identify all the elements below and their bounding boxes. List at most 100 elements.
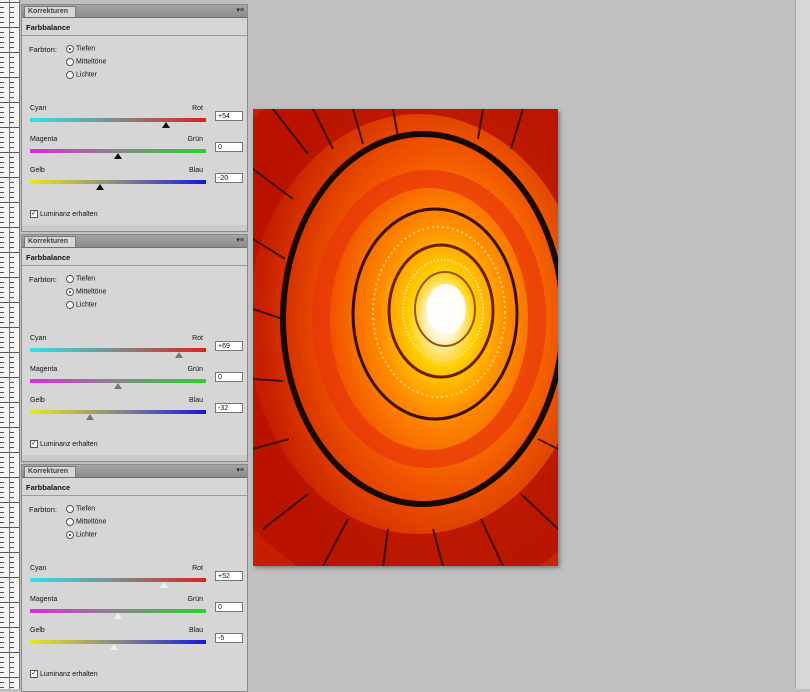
checkmark-icon[interactable]: ✓ bbox=[30, 210, 38, 218]
tab-korrekturen[interactable]: Korrekturen bbox=[24, 236, 76, 247]
preserve-luminance-checkbox[interactable]: ✓ Luminanz erhalten bbox=[30, 210, 98, 218]
slider-thumb[interactable] bbox=[109, 644, 118, 650]
yellow-blue-value-field[interactable]: -32 bbox=[215, 403, 243, 413]
ruler-tick bbox=[0, 437, 4, 438]
ruler-tick bbox=[0, 557, 4, 558]
ruler-tick bbox=[10, 582, 14, 583]
ruler-tick bbox=[10, 147, 14, 148]
radio-lichter[interactable]: Lichter bbox=[66, 71, 97, 79]
ruler-tick bbox=[0, 372, 4, 373]
ruler-tick bbox=[0, 252, 9, 253]
ruler-tick bbox=[0, 12, 4, 13]
slider-thumb[interactable] bbox=[114, 613, 122, 619]
preserve-luminance-checkbox[interactable]: ✓ Luminanz erhalten bbox=[30, 440, 98, 448]
panel-menu-icon[interactable]: ▾≡ bbox=[236, 466, 244, 476]
cyan-red-value-field[interactable]: +69 bbox=[215, 341, 243, 351]
slider-thumb[interactable] bbox=[114, 383, 122, 389]
ruler-tick bbox=[10, 42, 14, 43]
ruler-tick bbox=[0, 182, 4, 183]
radio-icon[interactable] bbox=[66, 275, 74, 283]
ruler-tick bbox=[10, 427, 19, 428]
ruler-tick bbox=[10, 187, 14, 188]
checkmark-icon[interactable]: ✓ bbox=[30, 670, 38, 678]
ruler-tick bbox=[10, 262, 14, 263]
cyan-red-slider-track[interactable] bbox=[30, 578, 206, 582]
slider-thumb[interactable] bbox=[85, 414, 94, 420]
radio-icon[interactable] bbox=[66, 58, 74, 66]
ruler-tick bbox=[10, 217, 14, 218]
yellow-blue-slider-track[interactable] bbox=[30, 180, 206, 184]
ruler-tick bbox=[0, 32, 4, 33]
radio-mitteltoene[interactable]: Mitteltöne bbox=[66, 518, 106, 526]
ruler-tick bbox=[0, 537, 4, 538]
checkmark-icon[interactable]: ✓ bbox=[30, 440, 38, 448]
adjustments-panel-3: Korrekturen ▾≡ Farbbalance Farbton: Tief… bbox=[21, 464, 248, 692]
radio-mitteltoene[interactable]: Mitteltöne bbox=[66, 288, 106, 296]
ruler-tick bbox=[10, 202, 19, 203]
ruler-tick bbox=[10, 37, 14, 38]
radio-mitteltoene[interactable]: Mitteltöne bbox=[66, 58, 106, 66]
radio-icon[interactable] bbox=[66, 71, 74, 79]
ruler-tick bbox=[0, 207, 4, 208]
yellow-blue-value-field[interactable]: -20 bbox=[215, 173, 243, 183]
radio-icon[interactable] bbox=[66, 288, 74, 296]
ruler-tick bbox=[0, 192, 4, 193]
ruler-tick bbox=[0, 307, 4, 308]
ruler-tick bbox=[10, 652, 19, 653]
radio-icon[interactable] bbox=[66, 45, 74, 53]
yellow-blue-slider-track[interactable] bbox=[30, 410, 206, 414]
ruler-tick bbox=[10, 432, 14, 433]
slider-thumb[interactable] bbox=[161, 122, 170, 128]
radio-tiefen[interactable]: Tiefen bbox=[66, 45, 95, 53]
cyan-red-value-field[interactable]: +52 bbox=[215, 571, 243, 581]
slider-thumb[interactable] bbox=[114, 153, 122, 159]
panel-menu-icon[interactable]: ▾≡ bbox=[236, 236, 244, 246]
radio-icon[interactable] bbox=[66, 505, 74, 513]
magenta-green-value-field[interactable]: 0 bbox=[215, 372, 243, 382]
tab-korrekturen[interactable]: Korrekturen bbox=[24, 466, 76, 477]
ruler-tick bbox=[10, 422, 14, 423]
ruler-tick bbox=[0, 157, 4, 158]
ruler-tick bbox=[0, 297, 4, 298]
ruler-tick bbox=[0, 342, 4, 343]
ruler-tick bbox=[0, 22, 4, 23]
radio-icon[interactable] bbox=[66, 531, 74, 539]
divider bbox=[22, 495, 247, 496]
ruler-tick bbox=[10, 82, 14, 83]
radio-lichter[interactable]: Lichter bbox=[66, 301, 97, 309]
slider-thumb[interactable] bbox=[174, 352, 183, 358]
ruler-tick bbox=[10, 657, 14, 658]
panel-menu-icon[interactable]: ▾≡ bbox=[236, 6, 244, 16]
ruler-tick bbox=[0, 142, 4, 143]
magenta-green-value-field[interactable]: 0 bbox=[215, 602, 243, 612]
ruler-tick bbox=[10, 477, 19, 478]
ruler-tick bbox=[0, 382, 4, 383]
radio-tiefen[interactable]: Tiefen bbox=[66, 505, 95, 513]
cyan-red-slider-track[interactable] bbox=[30, 118, 206, 122]
ruler-tick bbox=[0, 522, 4, 523]
ruler-tick bbox=[10, 52, 19, 53]
tab-korrekturen[interactable]: Korrekturen bbox=[24, 6, 76, 17]
ruler-tick bbox=[10, 17, 14, 18]
ruler-tick bbox=[0, 72, 4, 73]
radio-lichter[interactable]: Lichter bbox=[66, 531, 97, 539]
slider-thumb[interactable] bbox=[96, 184, 105, 190]
ruler-tick bbox=[10, 412, 14, 413]
right-scroll-strip[interactable] bbox=[796, 0, 810, 689]
radio-tiefen[interactable]: Tiefen bbox=[66, 275, 95, 283]
ruler-tick bbox=[10, 32, 14, 33]
radio-icon[interactable] bbox=[66, 518, 74, 526]
slider-thumb[interactable] bbox=[159, 582, 168, 588]
tone-label: Farbton: bbox=[29, 505, 57, 514]
ruler-tick bbox=[10, 627, 19, 628]
yellow-blue-value-field[interactable]: -5 bbox=[215, 633, 243, 643]
cyan-red-value-field[interactable]: +54 bbox=[215, 111, 243, 121]
ruler-tick bbox=[0, 62, 4, 63]
ruler-tick bbox=[10, 252, 19, 253]
ruler-tick bbox=[0, 222, 4, 223]
yellow-blue-slider-track[interactable] bbox=[30, 640, 206, 644]
ruler-tick bbox=[0, 82, 4, 83]
radio-icon[interactable] bbox=[66, 301, 74, 309]
magenta-green-value-field[interactable]: 0 bbox=[215, 142, 243, 152]
preserve-luminance-checkbox[interactable]: ✓ Luminanz erhalten bbox=[30, 670, 98, 678]
